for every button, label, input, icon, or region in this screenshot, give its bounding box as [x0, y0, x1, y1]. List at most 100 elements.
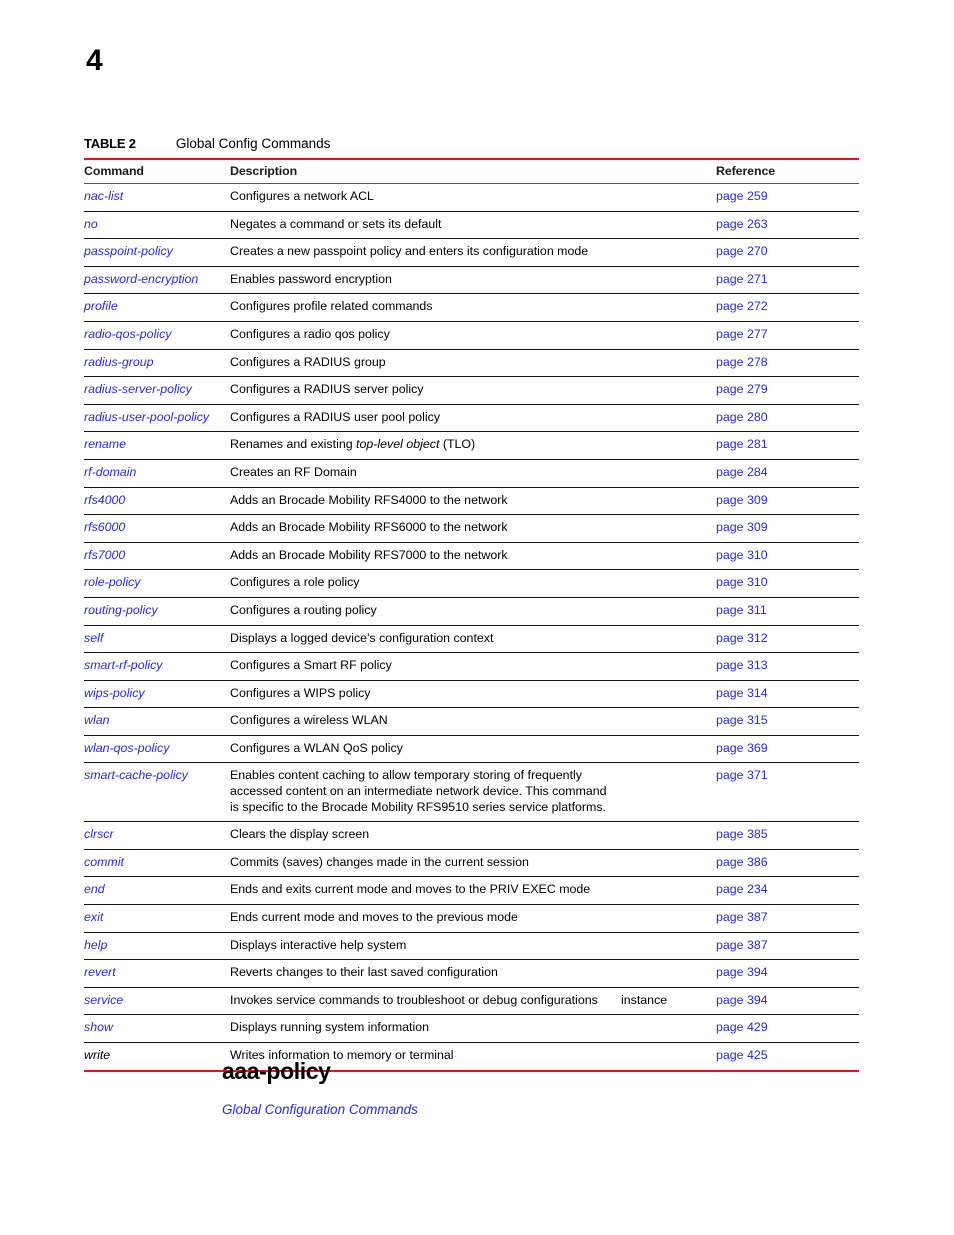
command-link[interactable]: commit — [84, 855, 124, 869]
reference-link[interactable]: page 259 — [716, 189, 768, 203]
command-link[interactable]: rf-domain — [84, 465, 136, 479]
reference-link[interactable]: page 310 — [716, 575, 768, 589]
command-link[interactable]: radius-server-policy — [84, 382, 192, 396]
column-header-reference: Reference — [716, 158, 859, 184]
reference-link[interactable]: page 263 — [716, 217, 768, 231]
description-extra-cell — [621, 652, 716, 681]
description-cell: Enables content caching to allow tempora… — [230, 762, 621, 823]
reference-link[interactable]: page 277 — [716, 327, 768, 341]
reference-link[interactable]: page 284 — [716, 465, 768, 479]
table-row: profile Configures profile related comman… — [84, 293, 859, 322]
command-link[interactable]: rfs4000 — [84, 493, 125, 507]
table-caption-title: Global Config Commands — [175, 136, 331, 151]
reference-link[interactable]: page 394 — [716, 965, 768, 979]
table-row: self Displays a logged device's configura… — [84, 625, 859, 654]
command-link[interactable]: revert — [84, 965, 116, 979]
reference-link[interactable]: page 369 — [716, 741, 768, 755]
reference-link[interactable]: page 234 — [716, 882, 768, 896]
command-link[interactable]: radio-qos-policy — [84, 327, 171, 341]
reference-link[interactable]: page 394 — [716, 993, 768, 1007]
table-row: rfs7000 Adds an Brocade Mobility RFS7000 … — [84, 542, 859, 571]
reference-cell: page 312 — [716, 625, 859, 654]
description-cell: Ends current mode and moves to the previ… — [230, 904, 621, 933]
description-text: Configures a Smart RF policy — [230, 658, 392, 673]
command-link[interactable]: wlan — [84, 713, 109, 727]
reference-link[interactable]: page 425 — [716, 1048, 768, 1062]
reference-link[interactable]: page 312 — [716, 631, 768, 645]
command-cell: end — [84, 876, 230, 906]
description-cell: Creates an RF Domain — [230, 459, 621, 488]
command-link[interactable]: passpoint-policy — [84, 244, 173, 258]
command-cell: profile — [84, 293, 230, 322]
description-extra-cell — [621, 238, 716, 267]
command-link[interactable]: self — [84, 631, 103, 645]
command-link[interactable]: wips-policy — [84, 686, 145, 700]
description-extra-cell — [621, 959, 716, 988]
command-link[interactable]: no — [84, 217, 98, 231]
command-link[interactable]: nac-list — [84, 189, 123, 203]
reference-link[interactable]: page 309 — [716, 493, 768, 507]
reference-link[interactable]: page 311 — [716, 603, 767, 617]
description-extra-cell — [621, 625, 716, 654]
command-link[interactable]: role-policy — [84, 575, 140, 589]
command-link[interactable]: rename — [84, 437, 126, 451]
reference-cell: page 371 — [716, 762, 859, 823]
reference-link[interactable]: page 387 — [716, 938, 768, 952]
command-link[interactable]: rfs6000 — [84, 520, 125, 534]
reference-link[interactable]: page 309 — [716, 520, 768, 534]
reference-link[interactable]: page 272 — [716, 299, 768, 313]
reference-cell: page 311 — [716, 597, 859, 626]
reference-link[interactable]: page 278 — [716, 355, 768, 369]
command-link[interactable]: show — [84, 1020, 113, 1034]
reference-link[interactable]: page 281 — [716, 437, 768, 451]
command-link[interactable]: rfs7000 — [84, 548, 125, 562]
reference-link[interactable]: page 271 — [716, 272, 768, 286]
command-link[interactable]: smart-cache-policy — [84, 768, 188, 782]
command-cell: smart-rf-policy — [84, 652, 230, 681]
reference-link[interactable]: page 386 — [716, 855, 768, 869]
command-cell: rfs6000 — [84, 514, 230, 543]
description-cell: Adds an Brocade Mobility RFS7000 to the … — [230, 542, 621, 571]
command-link[interactable]: help — [84, 938, 107, 952]
command-cell: rf-domain — [84, 459, 230, 488]
section-subheading-link[interactable]: Global Configuration Commands — [222, 1102, 418, 1118]
reference-link[interactable]: page 385 — [716, 827, 768, 841]
reference-cell: page 234 — [716, 876, 859, 906]
command-link[interactable]: wlan-qos-policy — [84, 741, 169, 755]
command-link[interactable]: profile — [84, 299, 118, 313]
description-cell: Adds an Brocade Mobility RFS6000 to the … — [230, 514, 621, 543]
description-extra-cell — [621, 459, 716, 488]
command-cell: radio-qos-policy — [84, 321, 230, 350]
reference-link[interactable]: page 280 — [716, 410, 768, 424]
command-link[interactable]: end — [84, 882, 105, 896]
reference-link[interactable]: page 313 — [716, 658, 768, 672]
description-cell: Configures a RADIUS user pool policy — [230, 404, 621, 433]
table-row: rename Renames and existing top-level obj… — [84, 431, 859, 460]
command-cell: passpoint-policy — [84, 238, 230, 267]
reference-cell: page 259 — [716, 183, 859, 212]
command-link[interactable]: radius-group — [84, 355, 154, 369]
reference-link[interactable]: page 279 — [716, 382, 768, 396]
command-cell: routing-policy — [84, 597, 230, 626]
reference-link[interactable]: page 315 — [716, 713, 768, 727]
command-link[interactable]: radius-user-pool-policy — [84, 410, 209, 424]
reference-cell: page 369 — [716, 735, 859, 764]
reference-link[interactable]: page 314 — [716, 686, 768, 700]
description-extra-cell — [621, 349, 716, 378]
reference-link[interactable]: page 371 — [716, 768, 768, 782]
reference-cell: page 310 — [716, 569, 859, 598]
reference-link[interactable]: page 387 — [716, 910, 768, 924]
description-cell: Configures a routing policy — [230, 597, 621, 626]
reference-link[interactable]: page 310 — [716, 548, 768, 562]
command-text: write — [84, 1048, 111, 1062]
reference-link[interactable]: page 429 — [716, 1020, 768, 1034]
command-link[interactable]: routing-policy — [84, 603, 158, 617]
command-link[interactable]: service — [84, 993, 123, 1007]
reference-link[interactable]: page 270 — [716, 244, 768, 258]
command-link[interactable]: smart-rf-policy — [84, 658, 162, 672]
command-link[interactable]: password-encryption — [84, 272, 198, 286]
table-row: passpoint-policy Creates a new passpoint … — [84, 238, 859, 267]
command-link[interactable]: clrscr — [84, 827, 114, 841]
description-extra-cell — [621, 211, 716, 240]
command-link[interactable]: exit — [84, 910, 103, 924]
